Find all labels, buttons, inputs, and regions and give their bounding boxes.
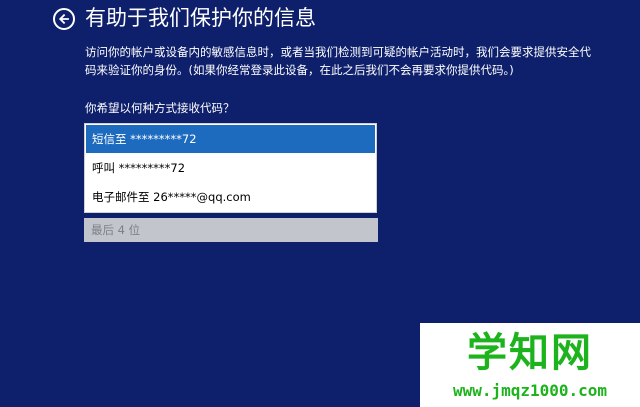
watermark-text: 学知网: [467, 330, 593, 376]
watermark-url: www.jmqz1000.com: [452, 381, 608, 400]
back-button[interactable]: [53, 8, 75, 30]
option-email[interactable]: 电子邮件至 26*****@qq.com: [86, 183, 375, 211]
description-text: 访问你的帐户或设备内的敏感信息时，或者当我们检测到可疑的帐户活动时，我们会要求提…: [85, 45, 591, 77]
option-sms[interactable]: 短信至 *********72: [86, 125, 375, 153]
method-question-label: 你希望以何种方式接收代码？: [85, 101, 235, 115]
option-call[interactable]: 呼叫 *********72: [86, 154, 375, 182]
page-title: 有助于我们保护你的信息: [85, 6, 316, 30]
last-four-digits-input[interactable]: [84, 218, 378, 242]
watermark-logo: 学知网 www.jmqz1000.com: [420, 323, 640, 407]
contact-method-list[interactable]: 短信至 *********72 呼叫 *********72 电子邮件至 26*…: [84, 123, 377, 213]
back-arrow-icon: [58, 13, 69, 25]
